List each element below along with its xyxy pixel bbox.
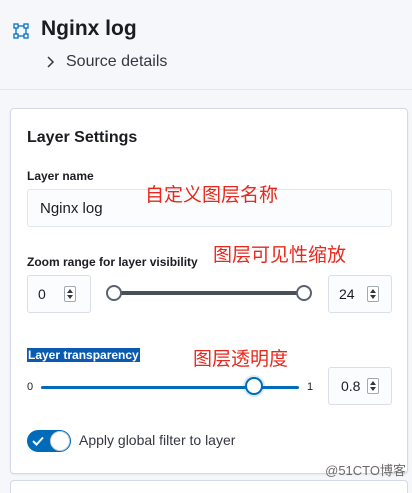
- zoom-range-track[interactable]: [114, 291, 306, 295]
- transparency-handle[interactable]: [245, 377, 263, 395]
- zoom-min-value: 0: [38, 286, 46, 302]
- zoom-max-input[interactable]: 24: [328, 275, 392, 313]
- zoom-range-label: Zoom range for layer visibility: [27, 255, 198, 269]
- next-panel-edge: [10, 480, 408, 493]
- transparency-input[interactable]: 0.8: [328, 367, 392, 405]
- zoom-min-input[interactable]: 0: [27, 275, 91, 313]
- zoom-max-value: 24: [339, 286, 355, 302]
- transparency-max-tick: 1: [307, 381, 314, 393]
- layer-bounding-box-icon: [13, 23, 29, 39]
- layer-name-label: Layer name: [27, 169, 94, 183]
- transparency-annotation: 图层透明度: [193, 348, 289, 370]
- panel-title: Layer Settings: [27, 129, 138, 146]
- layer-title: Nginx log: [41, 17, 137, 40]
- zoom-min-stepper[interactable]: [64, 286, 76, 302]
- switch-knob: [50, 431, 70, 451]
- layer-name-annotation: 自定义图层名称: [145, 184, 279, 206]
- transparency-stepper[interactable]: [367, 378, 379, 394]
- watermark: @51CTO博客: [325, 463, 406, 478]
- global-filter-switch[interactable]: [27, 430, 71, 452]
- zoom-min-handle[interactable]: [106, 285, 122, 301]
- zoom-max-handle[interactable]: [296, 285, 312, 301]
- transparency-filled-track[interactable]: [41, 386, 255, 389]
- transparency-value: 0.8: [341, 378, 361, 394]
- layer-header: Nginx log Source details: [0, 0, 412, 90]
- transparency-min-tick: 0: [27, 381, 34, 393]
- checkmark-icon: [32, 436, 44, 446]
- source-details-label: Source details: [66, 53, 168, 70]
- source-details-toggle[interactable]: Source details: [44, 53, 167, 71]
- transparency-label: Layer transparency: [27, 348, 140, 362]
- zoom-annotation: 图层可见性缩放: [213, 244, 347, 266]
- zoom-max-stepper[interactable]: [367, 286, 379, 302]
- chevron-right-icon: [47, 56, 55, 68]
- layer-settings-panel: Layer Settings Layer name Zoom range for…: [10, 108, 408, 474]
- global-filter-label: Apply global filter to layer: [79, 432, 236, 448]
